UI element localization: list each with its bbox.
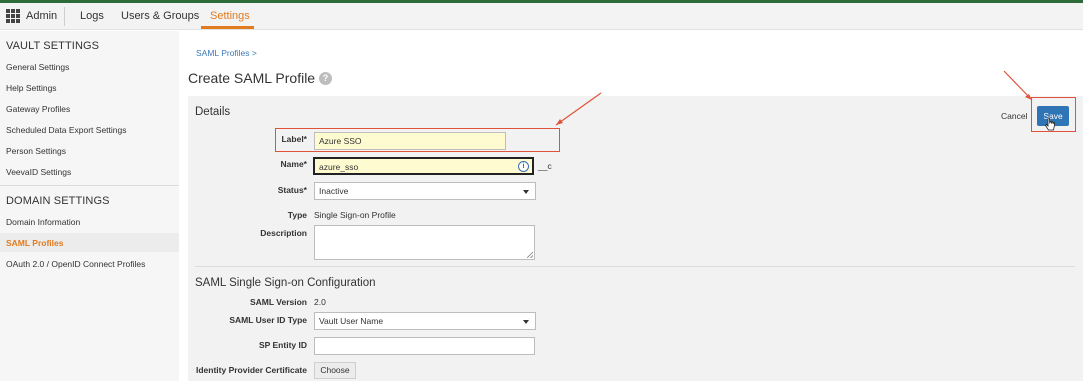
annotation-arrows: [555, 70, 1033, 126]
annotation-arrow-label-icon: [555, 92, 602, 126]
